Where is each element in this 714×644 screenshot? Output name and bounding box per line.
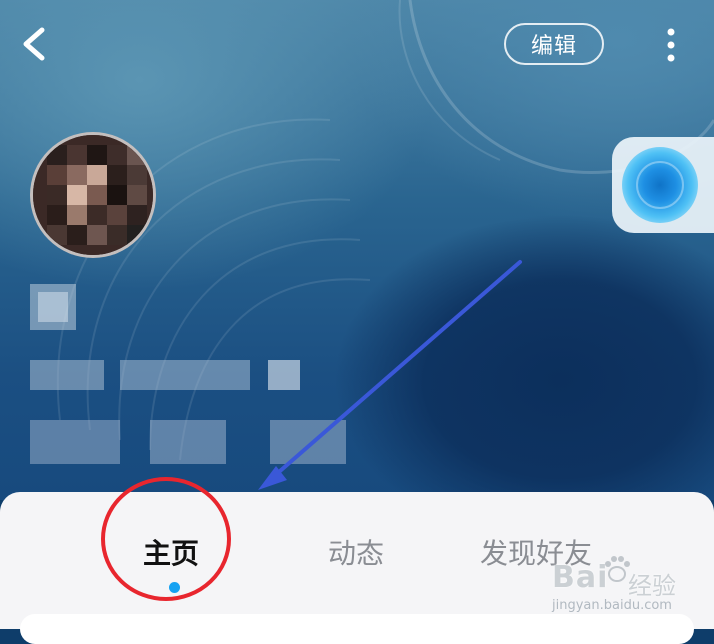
redacted-nickname (30, 284, 76, 330)
tab-home[interactable]: 主页 (143, 532, 199, 572)
active-tab-indicator (169, 582, 180, 593)
tab-activity[interactable]: 动态 (328, 532, 384, 572)
redacted-signature (30, 360, 300, 390)
edit-profile-button[interactable]: 编辑 (504, 23, 604, 65)
disc-icon (622, 147, 698, 223)
watermark: Bai 经验 jingyan.baidu.com (552, 556, 712, 622)
redacted-stats (30, 420, 350, 464)
watermark-logo: Bai (552, 560, 609, 595)
watermark-url: jingyan.baidu.com (552, 598, 672, 613)
watermark-brand: 经验 (628, 572, 676, 600)
avatar[interactable] (30, 132, 156, 258)
chevron-left-icon[interactable] (16, 24, 52, 64)
music-disc-badge[interactable] (612, 137, 714, 233)
profile-header-background: 编辑 (0, 0, 714, 500)
more-vertical-icon[interactable] (660, 26, 682, 66)
